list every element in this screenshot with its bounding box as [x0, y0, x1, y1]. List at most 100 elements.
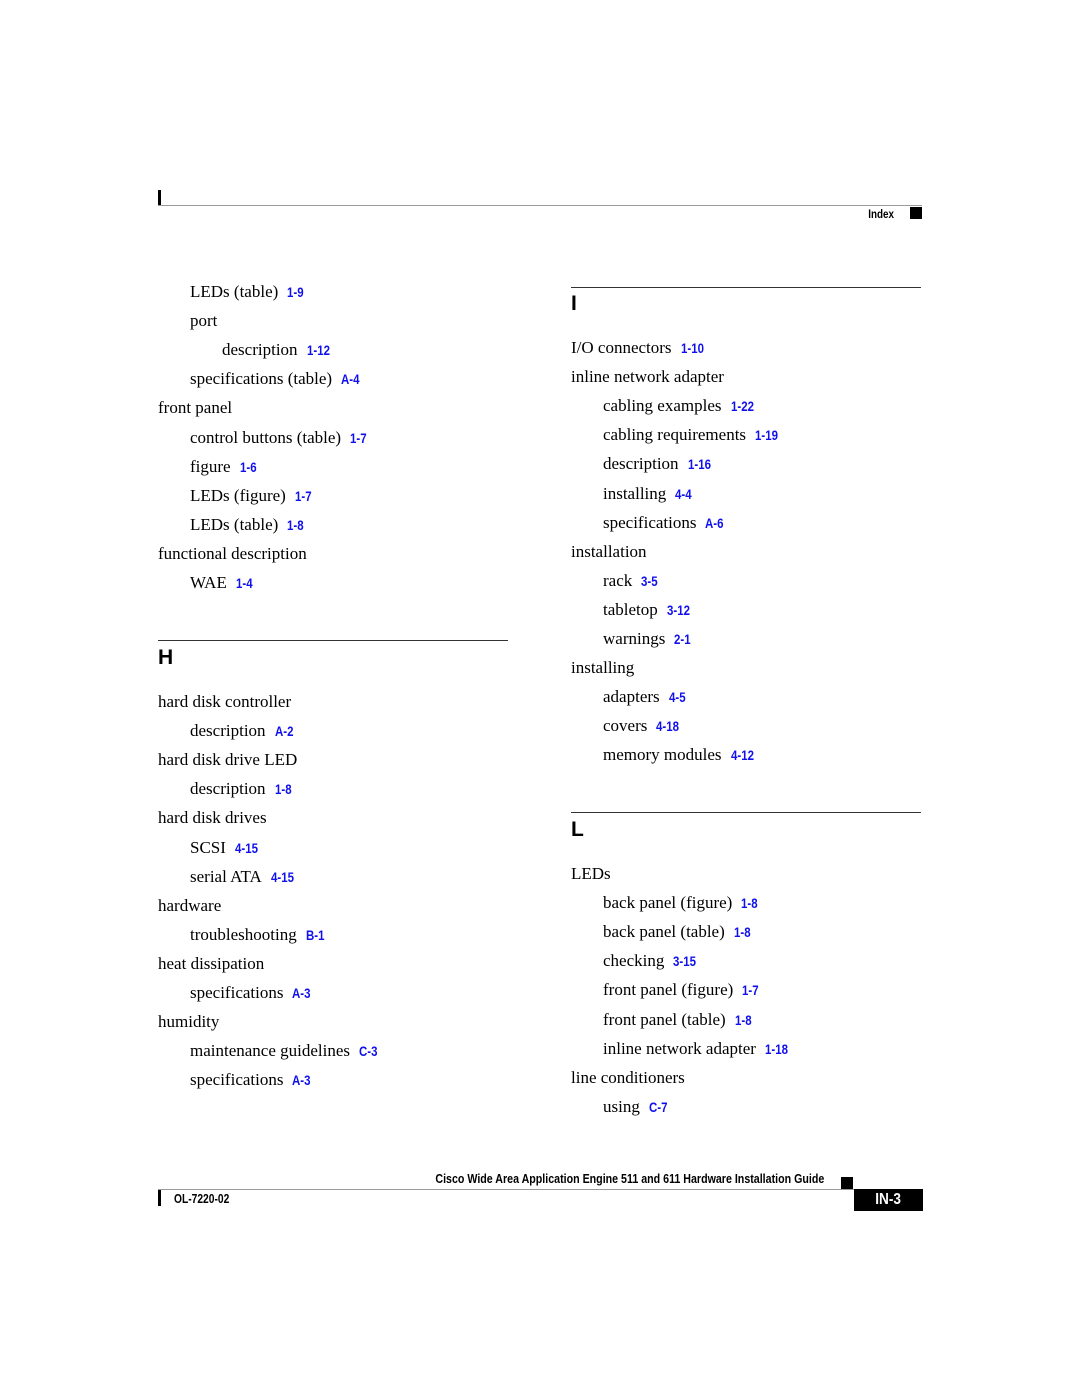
footer-guide-title: Cisco Wide Area Application Engine 511 a… — [435, 1171, 824, 1186]
index-entry: warnings 2-1 — [603, 629, 694, 650]
index-term: troubleshooting — [190, 924, 297, 944]
index-entry: specifications A-3 — [190, 1070, 314, 1091]
page-reference-link[interactable]: 1-10 — [681, 339, 704, 359]
footer-square-marker — [841, 1177, 853, 1189]
index-term: specifications — [190, 1070, 284, 1090]
page-reference-link[interactable]: A-6 — [705, 514, 724, 534]
index-term: installation — [571, 541, 647, 561]
index-term: port — [190, 311, 218, 331]
page-reference-link[interactable]: 1-8 — [275, 780, 292, 800]
index-entry: description A-2 — [190, 721, 296, 742]
page-reference-link[interactable]: 1-12 — [307, 341, 330, 361]
index-term: using — [603, 1096, 640, 1116]
index-term: specifications — [603, 512, 697, 532]
index-term: hardware — [158, 895, 222, 915]
index-term: warnings — [603, 629, 666, 648]
page-reference-link[interactable]: 1-8 — [734, 923, 751, 943]
page-reference-link[interactable]: 3-12 — [667, 601, 690, 621]
page-reference-link[interactable]: 3-15 — [673, 952, 696, 972]
index-entry: I/O connectors 1-10 — [571, 338, 708, 359]
index-entry: inline network adapter 1-18 — [603, 1039, 792, 1060]
index-entry: line conditioners — [571, 1068, 685, 1088]
index-term: cabling requirements — [603, 425, 747, 445]
page-reference-link[interactable]: 1-7 — [295, 487, 312, 507]
index-term: description — [190, 779, 266, 799]
index-term: memory modules — [603, 745, 722, 765]
page-reference-link[interactable]: A-3 — [292, 1071, 311, 1091]
index-term: tabletop — [603, 599, 658, 619]
index-entry: description 1-12 — [222, 340, 334, 361]
index-entry: cabling examples 1-22 — [603, 396, 758, 417]
page-reference-link[interactable]: 1-18 — [765, 1040, 788, 1060]
index-term: SCSI — [190, 837, 226, 857]
index-entry: description 1-16 — [603, 454, 715, 475]
index-entry: front panel (table) 1-8 — [603, 1010, 754, 1031]
index-entry: port — [190, 311, 217, 331]
page-reference-link[interactable]: 3-5 — [641, 572, 658, 592]
index-entry: tabletop 3-12 — [603, 600, 694, 621]
section-i-letter: I — [571, 292, 577, 315]
page-reference-link[interactable]: 1-7 — [742, 981, 759, 1001]
index-term: specifications — [190, 983, 284, 1002]
footer-margin-bar — [158, 1190, 161, 1206]
index-entry: LEDs (table) 1-8 — [190, 515, 307, 536]
index-term: description — [603, 454, 679, 474]
page-reference-link[interactable]: 1-22 — [731, 397, 754, 417]
index-entry: installing 4-4 — [603, 484, 695, 505]
index-term: inline network adapter — [603, 1038, 756, 1058]
page-reference-link[interactable]: 1-8 — [735, 1011, 752, 1031]
index-entry: troubleshooting B-1 — [190, 925, 327, 946]
footer-page-number-badge: IN-3 — [854, 1189, 923, 1211]
section-l-letter: L — [571, 818, 584, 841]
index-term: I/O connectors — [571, 338, 672, 357]
index-term: description — [190, 721, 266, 741]
page-reference-link[interactable]: C-3 — [359, 1042, 378, 1062]
index-entry: hardware — [158, 896, 221, 916]
index-term: humidity — [158, 1012, 220, 1032]
index-term: covers — [603, 716, 648, 736]
index-term: LEDs (table) — [190, 514, 279, 534]
page-reference-link[interactable]: B-1 — [306, 926, 325, 946]
header-square-marker — [910, 207, 922, 219]
page-reference-link[interactable]: 1-6 — [240, 458, 257, 478]
index-entry: heat dissipation — [158, 954, 264, 974]
index-entry: hard disk drive LED — [158, 750, 297, 770]
page-reference-link[interactable]: A-3 — [292, 984, 311, 1004]
index-term: hard disk controller — [158, 692, 292, 711]
footer-doc-number: OL-7220-02 — [174, 1192, 230, 1206]
page-reference-link[interactable]: 1-16 — [688, 455, 711, 475]
page-reference-link[interactable]: 4-12 — [731, 746, 754, 766]
page-reference-link[interactable]: A-2 — [275, 722, 294, 742]
page-reference-link[interactable]: 1-7 — [350, 429, 367, 449]
page-reference-link[interactable]: 1-19 — [755, 426, 778, 446]
page-reference-link[interactable]: 1-9 — [287, 283, 304, 303]
page-reference-link[interactable]: 2-1 — [674, 630, 691, 650]
page-reference-link[interactable]: 4-4 — [675, 485, 692, 505]
index-term: functional description — [158, 543, 307, 563]
index-term: serial ATA — [190, 866, 262, 886]
index-term: hard disk drive LED — [158, 750, 298, 770]
page-reference-link[interactable]: 1-8 — [741, 894, 758, 914]
page-reference-link[interactable]: 1-4 — [236, 574, 253, 594]
section-i-rule — [571, 287, 921, 288]
page-reference-link[interactable]: 4-5 — [669, 688, 686, 708]
index-entry: back panel (table) 1-8 — [603, 922, 753, 943]
index-entry: LEDs (figure) 1-7 — [190, 486, 314, 507]
page-reference-link[interactable]: 4-18 — [656, 717, 679, 737]
page-reference-link[interactable]: 1-8 — [287, 516, 304, 536]
page-reference-link[interactable]: A-4 — [341, 370, 360, 390]
index-entry: humidity — [158, 1012, 219, 1032]
index-term: installing — [603, 483, 667, 503]
index-term: LEDs (figure) — [190, 485, 286, 505]
index-term: back panel (table) — [603, 922, 725, 942]
page-reference-link[interactable]: C-7 — [649, 1098, 668, 1118]
index-entry: adapters 4-5 — [603, 687, 688, 708]
index-entry: specifications (table) A-4 — [190, 369, 363, 390]
index-term: control buttons (table) — [190, 427, 342, 447]
index-term: figure — [190, 456, 231, 476]
index-term: inline network adapter — [571, 367, 724, 387]
page-reference-link[interactable]: 4-15 — [271, 868, 294, 888]
page-reference-link[interactable]: 4-15 — [235, 839, 258, 859]
index-entry: specifications A-3 — [190, 983, 314, 1004]
index-term: checking — [603, 951, 665, 971]
